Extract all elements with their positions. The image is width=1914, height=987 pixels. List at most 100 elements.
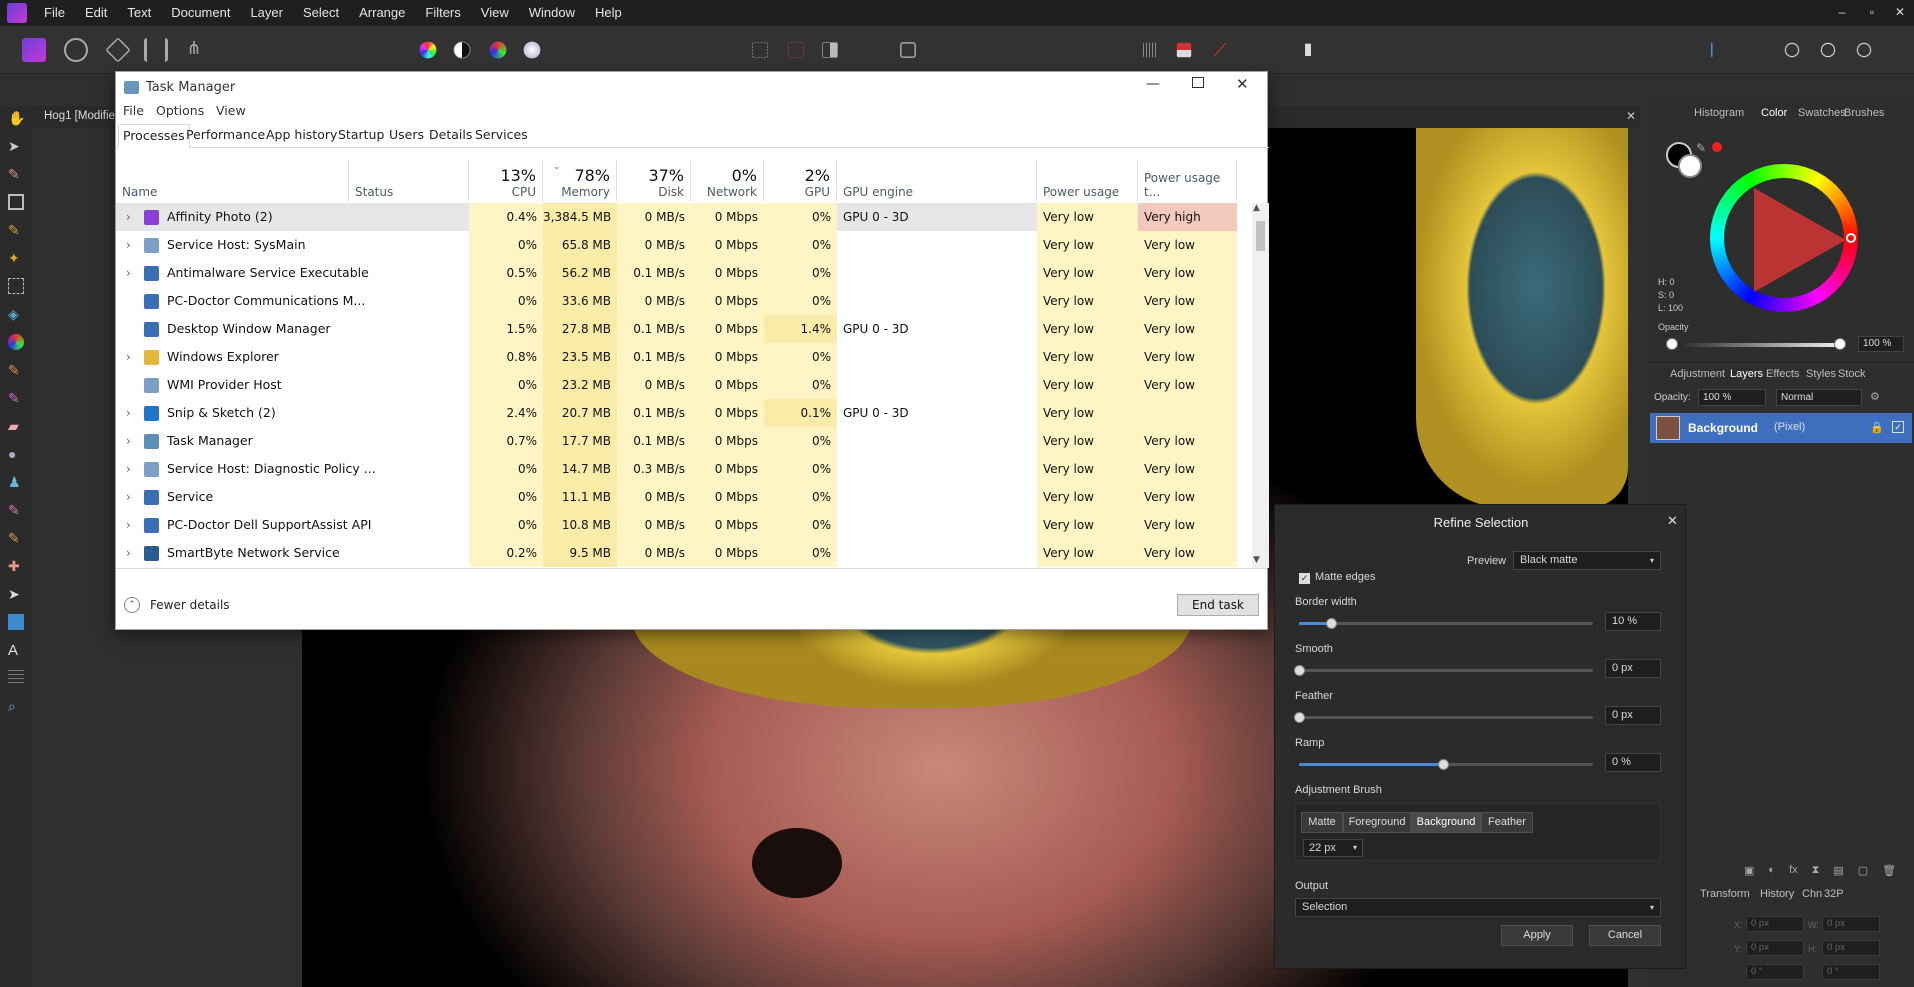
boolean-add-icon[interactable] [1784,42,1800,58]
move-tool-icon[interactable]: ➤ [8,138,24,154]
panel-tab-color[interactable]: Color [1761,107,1787,119]
col-status[interactable]: Status [349,160,469,202]
color-wheel-icon[interactable] [419,41,437,59]
quick-mask-icon[interactable] [900,42,916,58]
expand-chevron-icon[interactable]: › [126,539,131,567]
hue-knob[interactable] [1846,233,1856,243]
tab-details[interactable]: Details [425,124,476,148]
paint-brush-icon[interactable]: ✎ [8,362,24,378]
refine-close-button[interactable]: ✕ [1667,513,1678,529]
minimize-button[interactable]: – [1828,0,1856,26]
scroll-thumb[interactable] [1256,221,1265,251]
erase-icon[interactable]: ⟋ [1208,38,1232,62]
gradient-icon[interactable] [8,334,24,350]
document-tab[interactable]: Hog1 [Modifie [44,110,115,122]
panel-tab-32p[interactable]: 32P [1824,888,1844,900]
col-cpu[interactable]: 13% CPU [469,160,543,202]
scroll-down-icon[interactable]: ▼ [1253,555,1260,565]
end-task-button[interactable]: End task [1177,594,1259,616]
flag-icon[interactable] [1176,42,1192,58]
feather-field[interactable]: 0 px [1605,706,1661,725]
expand-chevron-icon[interactable]: › [126,427,131,455]
layer-opacity-field[interactable]: 100 % [1698,389,1766,406]
layer-lock-icon[interactable]: 🔒 [1870,421,1884,434]
panel-tab-histogram[interactable]: Histogram [1694,107,1744,119]
expand-chevron-icon[interactable]: › [126,203,131,231]
panel-tab-chn[interactable]: Chn [1802,888,1822,900]
delete-layer-icon[interactable]: 🗑 [1882,864,1896,878]
mesh-warp-icon[interactable] [8,670,24,686]
add-layer-icon[interactable]: ▢ [1858,864,1868,878]
tab-services[interactable]: Services [471,124,532,148]
brush-size-field[interactable]: 22 px ▾ [1303,839,1363,857]
expand-chevron-icon[interactable]: › [126,399,131,427]
menu-arrange[interactable]: Arrange [349,0,415,26]
cancel-button[interactable]: Cancel [1589,925,1661,946]
color-triangle[interactable] [1754,188,1846,292]
tab-users[interactable]: Users [385,124,428,148]
fx-icon[interactable]: fx [1789,864,1798,878]
pixel-brush-icon[interactable]: ✎ [8,390,24,406]
brush-background-button[interactable]: Background [1411,812,1481,833]
panel-tab-history[interactable]: History [1760,888,1794,900]
brush-feather-button[interactable]: Feather [1481,812,1533,833]
text-tool-icon[interactable]: A [8,642,24,659]
close-app-button[interactable]: ✕ [1886,0,1914,26]
node-tool-icon[interactable]: ➤ [8,586,24,602]
invert-selection-icon[interactable] [822,42,838,58]
panel-tab-transform[interactable]: Transform [1700,888,1750,900]
transform-w-field[interactable]: 0 px [1822,916,1880,932]
flood-select-icon[interactable]: ✦ [8,250,24,266]
eraser-icon[interactable]: ▰ [8,418,24,434]
panel-tab-adjustment[interactable]: Adjustment [1670,368,1725,380]
tab-app-history[interactable]: App history [262,124,341,148]
process-row[interactable]: › Task Manager 0.7% 17.7 MB 0.1 MB/s 0 Mbps 0%… [116,427,1237,455]
menu-edit[interactable]: Edit [75,0,117,26]
layer-row-background[interactable]: Background (Pixel) 🔒 ✓ [1650,413,1912,443]
smudge-icon[interactable]: ✎ [8,530,24,546]
color-wheel[interactable] [1710,164,1858,312]
col-power-trend[interactable]: Power usage t... [1138,160,1237,202]
col-power-usage[interactable]: Power usage [1037,160,1138,202]
menu-text[interactable]: Text [117,0,161,26]
smooth-field[interactable]: 0 px [1605,659,1661,678]
dodge-icon[interactable]: ● [8,446,24,462]
brush-matte-button[interactable]: Matte [1301,812,1343,833]
opacity-field[interactable]: 100 % [1858,336,1904,352]
menu-window[interactable]: Window [519,0,585,26]
assistant-icon[interactable]: ▮ [1296,38,1320,62]
transform-s-field[interactable]: 0 ° [1822,964,1880,980]
persona-develop-icon[interactable] [105,37,131,63]
flood-fill-icon[interactable]: ◈ [8,306,24,322]
transform-r-field[interactable]: 0 ° [1746,964,1804,980]
grid-icon[interactable] [1142,42,1158,58]
restore-button[interactable]: ▫ [1858,0,1886,26]
panel-tab-layers[interactable]: Layers [1730,368,1763,380]
tm-maximize-button[interactable] [1192,77,1204,88]
process-row[interactable]: › Snip & Sketch (2) 2.4% 20.7 MB 0.1 MB/s 0 M… [116,399,1237,427]
fewer-details-icon[interactable]: ⌃ [124,597,140,613]
border-width-field[interactable]: 10 % [1605,612,1661,631]
menu-layer[interactable]: Layer [240,0,293,26]
eyedropper-icon[interactable]: ✎ [1696,141,1706,155]
expand-chevron-icon[interactable]: › [126,511,131,539]
close-document-icon[interactable]: ✕ [1626,109,1636,123]
menu-select[interactable]: Select [293,0,349,26]
no-selection-icon[interactable] [788,42,804,58]
expand-chevron-icon[interactable]: › [126,259,131,287]
panel-tab-stock[interactable]: Stock [1838,368,1866,380]
layer-settings-gear-icon[interactable]: ⚙ [1870,390,1880,403]
fewer-details-link[interactable]: Fewer details [150,598,230,612]
tm-menu-options[interactable]: Options [156,103,204,118]
col-gpu-engine[interactable]: GPU engine [837,160,1037,202]
brush-foreground-button[interactable]: Foreground [1343,812,1411,833]
process-row[interactable]: › Service Host: Diagnostic Policy ... 0% 14… [116,455,1237,483]
col-memory[interactable]: ⌄ 78% Memory [543,160,617,202]
marquee-icon[interactable] [752,42,768,58]
expand-chevron-icon[interactable]: › [126,455,131,483]
tm-menu-view[interactable]: View [216,103,246,118]
white-balance-icon[interactable] [523,41,541,59]
panel-tab-swatches[interactable]: Swatches [1798,107,1846,119]
output-select[interactable]: Selection ▾ [1295,898,1661,917]
blend-mode-select[interactable]: Normal [1776,389,1862,406]
